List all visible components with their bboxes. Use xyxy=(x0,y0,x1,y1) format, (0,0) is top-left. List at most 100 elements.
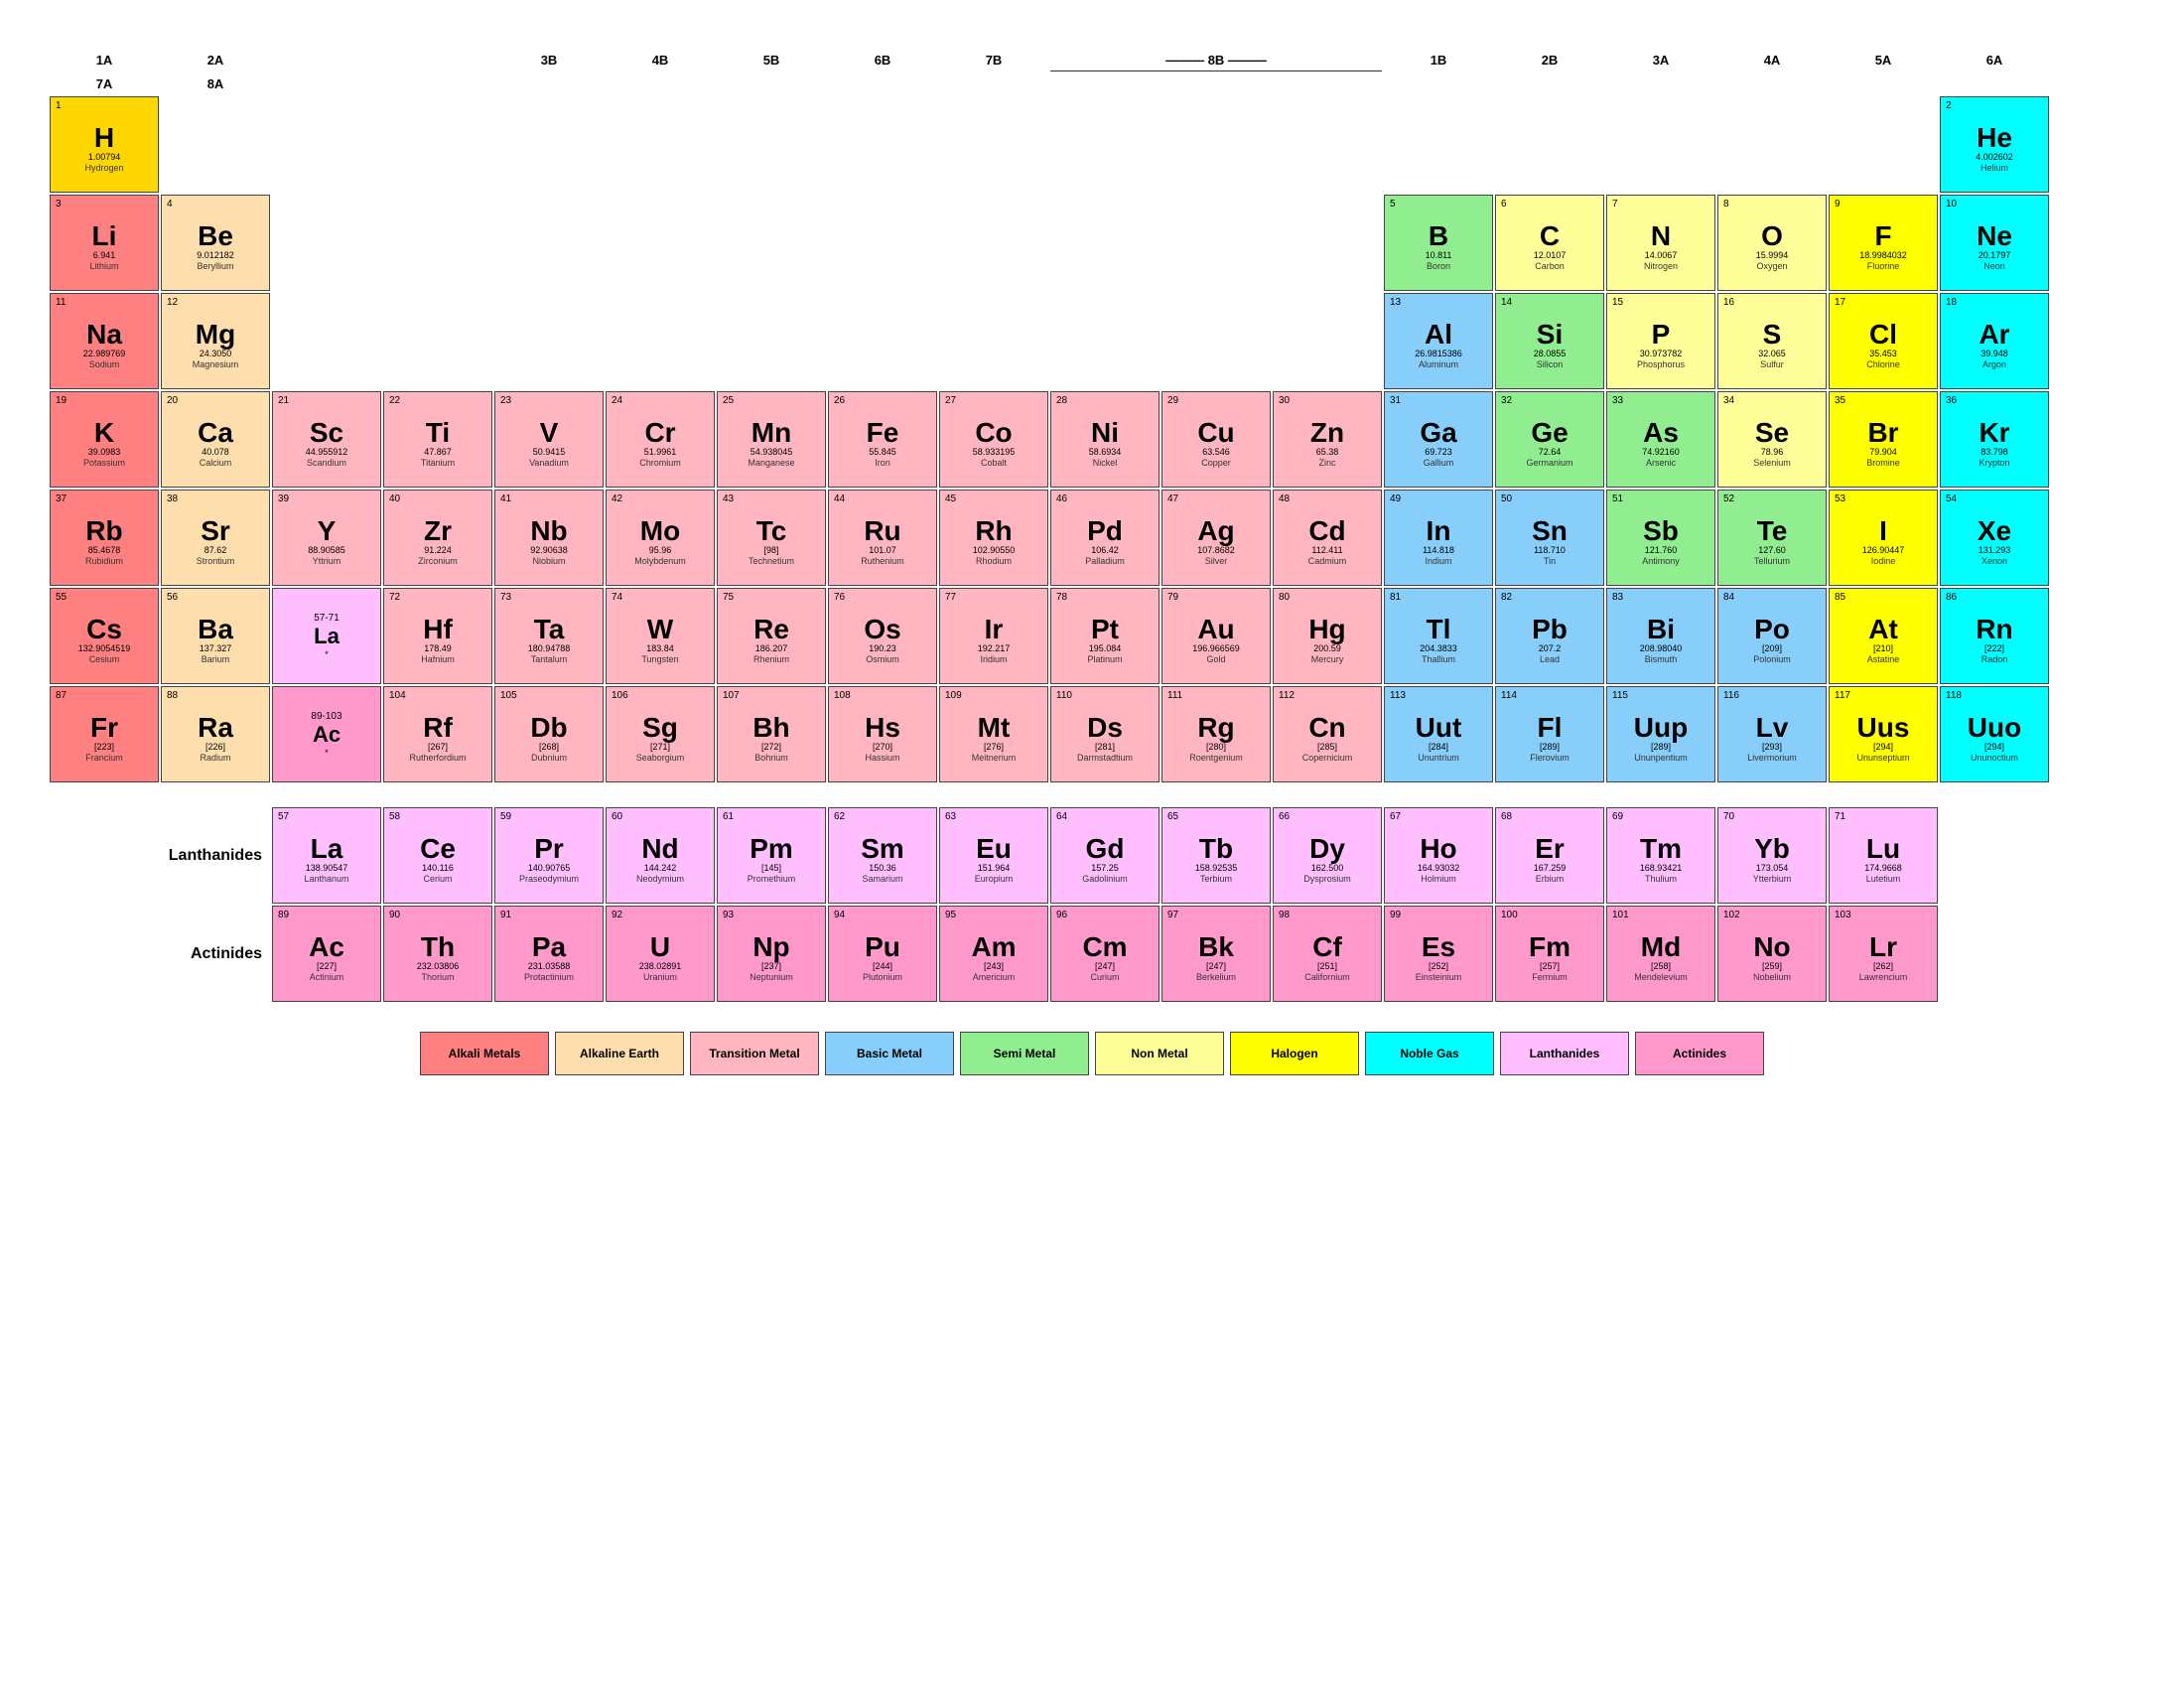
element-as[interactable]: 33As74.92160Arsenic xyxy=(1606,391,1715,488)
element-rh[interactable]: 45Rh102.90550Rhodium xyxy=(939,490,1048,586)
element-hf[interactable]: 72Hf178.49Hafnium xyxy=(383,588,492,684)
element-ds[interactable]: 110Ds[281]Darmstadtium xyxy=(1050,686,1160,782)
element-cs[interactable]: 55Cs132.9054519Cesium xyxy=(50,588,159,684)
element-o[interactable]: 8O15.9994Oxygen xyxy=(1717,195,1827,291)
element-rb[interactable]: 37Rb85.4678Rubidium xyxy=(50,490,159,586)
element-al[interactable]: 13Al26.9815386Aluminum xyxy=(1384,293,1493,389)
element-ir[interactable]: 77Ir192.217Iridium xyxy=(939,588,1048,684)
element-br[interactable]: 35Br79.904Bromine xyxy=(1829,391,1938,488)
element-au[interactable]: 79Au196.966569Gold xyxy=(1161,588,1271,684)
element-f[interactable]: 9F18.9984032Fluorine xyxy=(1829,195,1938,291)
element-uup[interactable]: 115Uup[289]Ununpentium xyxy=(1606,686,1715,782)
element-md[interactable]: 101Md[258]Mendelevium xyxy=(1606,906,1715,1002)
element-n[interactable]: 7N14.0067Nitrogen xyxy=(1606,195,1715,291)
element-s[interactable]: 16S32.065Sulfur xyxy=(1717,293,1827,389)
element-ta[interactable]: 73Ta180.94788Tantalum xyxy=(494,588,604,684)
element-se[interactable]: 34Se78.96Selenium xyxy=(1717,391,1827,488)
element-xe[interactable]: 54Xe131.293Xenon xyxy=(1940,490,2049,586)
element-uuo[interactable]: 118Uuo[294]Ununoctium xyxy=(1940,686,2049,782)
element-lu[interactable]: 71Lu174.9668Lutetium xyxy=(1829,807,1938,904)
element-os[interactable]: 76Os190.23Osmium xyxy=(828,588,937,684)
element-pa[interactable]: 91Pa231.03588Protactinium xyxy=(494,906,604,1002)
element-zn[interactable]: 30Zn65.38Zinc xyxy=(1273,391,1382,488)
element-si[interactable]: 14Si28.0855Silicon xyxy=(1495,293,1604,389)
element-c[interactable]: 6C12.0107Carbon xyxy=(1495,195,1604,291)
element-cu[interactable]: 29Cu63.546Copper xyxy=(1161,391,1271,488)
element-dy[interactable]: 66Dy162.500Dysprosium xyxy=(1273,807,1382,904)
element-co[interactable]: 27Co58.933195Cobalt xyxy=(939,391,1048,488)
element-rn[interactable]: 86Rn[222]Radon xyxy=(1940,588,2049,684)
element-ca[interactable]: 20Ca40.078Calcium xyxy=(161,391,270,488)
element-mo[interactable]: 42Mo95.96Molybdenum xyxy=(606,490,715,586)
element-ti[interactable]: 22Ti47.867Titanium xyxy=(383,391,492,488)
element-uus[interactable]: 117Uus[294]Ununseptium xyxy=(1829,686,1938,782)
element-kr[interactable]: 36Kr83.798Krypton xyxy=(1940,391,2049,488)
element-te[interactable]: 52Te127.60Tellurium xyxy=(1717,490,1827,586)
element-sb[interactable]: 51Sb121.760Antimony xyxy=(1606,490,1715,586)
element-mg[interactable]: 12Mg24.3050Magnesium xyxy=(161,293,270,389)
element-fr[interactable]: 87Fr[223]Francium xyxy=(50,686,159,782)
element-zr[interactable]: 40Zr91.224Zirconium xyxy=(383,490,492,586)
element-ho[interactable]: 67Ho164.93032Holmium xyxy=(1384,807,1493,904)
element-pr[interactable]: 59Pr140.90765Praseodymium xyxy=(494,807,604,904)
element-cm[interactable]: 96Cm[247]Curium xyxy=(1050,906,1160,1002)
element-er[interactable]: 68Er167.259Erbium xyxy=(1495,807,1604,904)
element-lv[interactable]: 116Lv[293]Livermorium xyxy=(1717,686,1827,782)
element-w[interactable]: 74W183.84Tungsten xyxy=(606,588,715,684)
element-yb[interactable]: 70Yb173.054Ytterbium xyxy=(1717,807,1827,904)
element-bk[interactable]: 97Bk[247]Berkelium xyxy=(1161,906,1271,1002)
element-nb[interactable]: 41Nb92.90638Niobium xyxy=(494,490,604,586)
element-sn[interactable]: 50Sn118.710Tin xyxy=(1495,490,1604,586)
element-k[interactable]: 19K39.0983Potassium xyxy=(50,391,159,488)
element-mn[interactable]: 25Mn54.938045Manganese xyxy=(717,391,826,488)
element-rg[interactable]: 111Rg[280]Roentgenium xyxy=(1161,686,1271,782)
element-hg[interactable]: 80Hg200.59Mercury xyxy=(1273,588,1382,684)
element-cn[interactable]: 112Cn[285]Copernicium xyxy=(1273,686,1382,782)
element-uut[interactable]: 113Uut[284]Ununtrium xyxy=(1384,686,1493,782)
element-po[interactable]: 84Po[209]Polonium xyxy=(1717,588,1827,684)
element-pm[interactable]: 61Pm[145]Promethium xyxy=(717,807,826,904)
element-at[interactable]: 85At[210]Astatine xyxy=(1829,588,1938,684)
element-ag[interactable]: 47Ag107.8682Silver xyxy=(1161,490,1271,586)
element-fl[interactable]: 114Fl[289]Flerovium xyxy=(1495,686,1604,782)
element-cl[interactable]: 17Cl35.453Chlorine xyxy=(1829,293,1938,389)
element-sg[interactable]: 106Sg[271]Seaborgium xyxy=(606,686,715,782)
element-eu[interactable]: 63Eu151.964Europium xyxy=(939,807,1048,904)
element-np[interactable]: 93Np[237]Neptunium xyxy=(717,906,826,1002)
element-cf[interactable]: 98Cf[251]Californium xyxy=(1273,906,1382,1002)
element-hs[interactable]: 108Hs[270]Hassium xyxy=(828,686,937,782)
element-fm[interactable]: 100Fm[257]Fermium xyxy=(1495,906,1604,1002)
element-es[interactable]: 99Es[252]Einsteinium xyxy=(1384,906,1493,1002)
element-bi[interactable]: 83Bi208.98040Bismuth xyxy=(1606,588,1715,684)
element-cd[interactable]: 48Cd112.411Cadmium xyxy=(1273,490,1382,586)
element-rf[interactable]: 104Rf[267]Rutherfordium xyxy=(383,686,492,782)
element-ra[interactable]: 88Ra[226]Radium xyxy=(161,686,270,782)
element-sm[interactable]: 62Sm150.36Samarium xyxy=(828,807,937,904)
element-in[interactable]: 49In114.818Indium xyxy=(1384,490,1493,586)
element-bh[interactable]: 107Bh[272]Bohrium xyxy=(717,686,826,782)
element-pt[interactable]: 78Pt195.084Platinum xyxy=(1050,588,1160,684)
element-he[interactable]: 2He4.002602Helium xyxy=(1940,96,2049,193)
element-re[interactable]: 75Re186.207Rhenium xyxy=(717,588,826,684)
element-ne[interactable]: 10Ne20.1797Neon xyxy=(1940,195,2049,291)
element-ce[interactable]: 58Ce140.116Cerium xyxy=(383,807,492,904)
element-i[interactable]: 53I126.90447Iodine xyxy=(1829,490,1938,586)
element-tl[interactable]: 81Tl204.3833Thallium xyxy=(1384,588,1493,684)
element-ru[interactable]: 44Ru101.07Ruthenium xyxy=(828,490,937,586)
element-db[interactable]: 105Db[268]Dubnium xyxy=(494,686,604,782)
element-ga[interactable]: 31Ga69.723Gallium xyxy=(1384,391,1493,488)
element-mt[interactable]: 109Mt[276]Meitnerium xyxy=(939,686,1048,782)
element-b[interactable]: 5B10.811Boron xyxy=(1384,195,1493,291)
element-li[interactable]: 3Li6.941Lithium xyxy=(50,195,159,291)
element-nd[interactable]: 60Nd144.242Neodymium xyxy=(606,807,715,904)
element-na[interactable]: 11Na22.989769Sodium xyxy=(50,293,159,389)
element-tb[interactable]: 65Tb158.92535Terbium xyxy=(1161,807,1271,904)
element-tc[interactable]: 43Tc[98]Technetium xyxy=(717,490,826,586)
element-gd[interactable]: 64Gd157.25Gadolinium xyxy=(1050,807,1160,904)
element-cr[interactable]: 24Cr51.9961Chromium xyxy=(606,391,715,488)
element-ar[interactable]: 18Ar39.948Argon xyxy=(1940,293,2049,389)
element-ac[interactable]: 89Ac[227]Actinium xyxy=(272,906,381,1002)
element-lr[interactable]: 103Lr[262]Lawrencium xyxy=(1829,906,1938,1002)
element-ni[interactable]: 28Ni58.6934Nickel xyxy=(1050,391,1160,488)
element-pb[interactable]: 82Pb207.2Lead xyxy=(1495,588,1604,684)
